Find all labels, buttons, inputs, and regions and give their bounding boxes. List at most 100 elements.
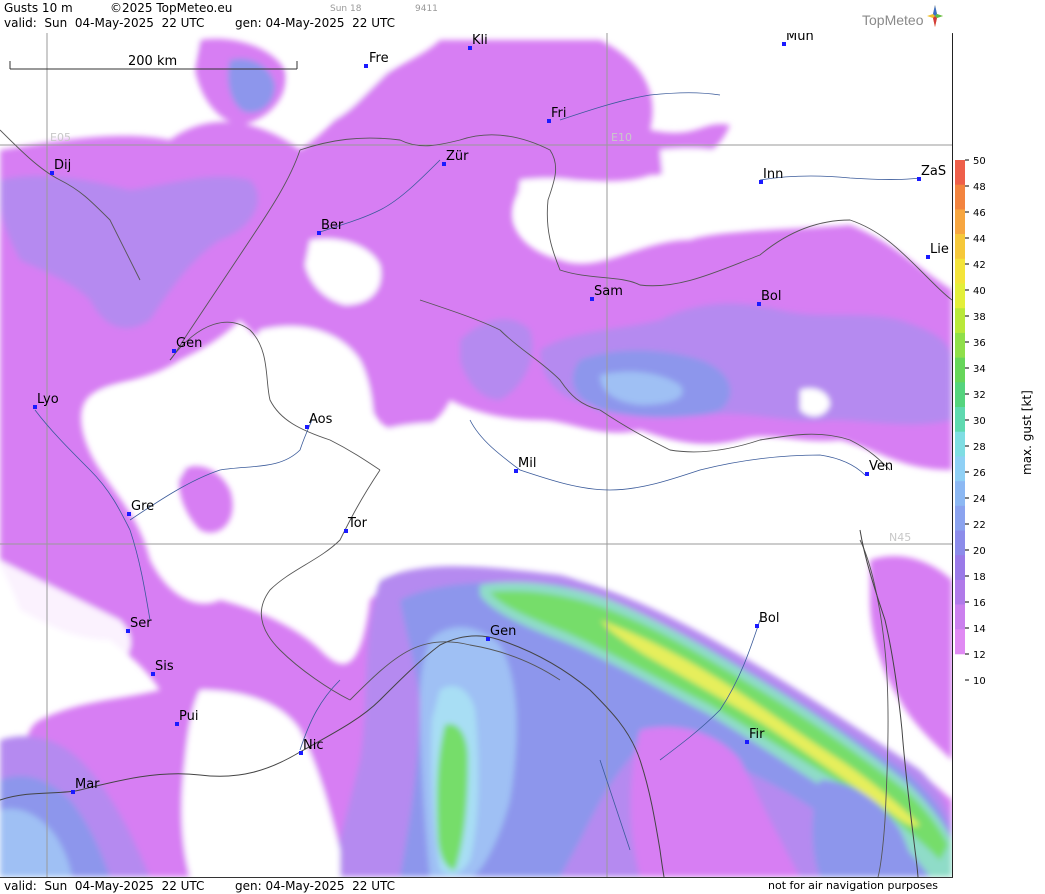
svg-text:Inn: Inn: [763, 167, 783, 182]
legend-swatch: [955, 629, 965, 655]
svg-text:Aos: Aos: [309, 412, 333, 427]
legend-tick-label: 10: [973, 676, 986, 685]
valid-time: valid: Sun 04-May-2025 22 UTC: [4, 16, 205, 30]
legend-tick-label: 22: [973, 520, 986, 531]
legend-tick-label: 18: [973, 572, 986, 583]
svg-text:Lie: Lie: [930, 242, 949, 257]
legend-swatch: [955, 481, 965, 507]
legend-swatch: [955, 505, 965, 531]
svg-text:Ven: Ven: [869, 459, 893, 474]
svg-text:Gre: Gre: [131, 499, 154, 514]
svg-text:Dij: Dij: [54, 158, 71, 173]
footer-gen: gen: 04-May-2025 22 UTC: [235, 879, 396, 893]
legend-swatch: [955, 160, 965, 185]
copyright: ©2025 TopMeteo.eu: [110, 1, 233, 15]
map-frame: Gusts 10 m ©2025 TopMeteo.eu Sun 18 9411…: [0, 0, 953, 894]
svg-text:Sis: Sis: [155, 659, 174, 674]
legend-tick-label: 14: [973, 624, 986, 635]
legend-tick-label: 34: [973, 364, 986, 375]
legend-swatch: [955, 283, 965, 309]
svg-text:Tor: Tor: [347, 516, 368, 531]
run-info: Sun 18: [330, 4, 362, 14]
svg-text:Mil: Mil: [518, 456, 536, 471]
city-dij[interactable]: Dij: [50, 158, 71, 175]
legend-swatch: [955, 357, 965, 383]
gen-time: gen: 04-May-2025 22 UTC: [235, 16, 396, 30]
city-gre[interactable]: Gre: [127, 499, 154, 516]
legend-swatch: [955, 382, 965, 408]
legend-swatch: [955, 234, 965, 260]
city-zur[interactable]: Zür: [442, 149, 469, 166]
legend-title: max. gust [kt]: [1020, 390, 1034, 475]
color-legend: 50 48 46 44 42 40 38 36 34 32 30 28 26 24 22 20 18 16 14 12…: [955, 156, 1034, 685]
legend-tick-label: 30: [973, 416, 986, 427]
legend-tick-label: 12: [973, 650, 986, 661]
city-ven[interactable]: Ven: [865, 459, 893, 476]
legend-tick-label: 50: [973, 156, 986, 167]
legend-swatch: [955, 579, 965, 605]
svg-text:Sam: Sam: [594, 284, 623, 299]
legend-tick-label: 48: [973, 182, 986, 193]
city-bol-south[interactable]: Bol: [755, 611, 779, 628]
product-title: Gusts 10 m: [4, 1, 73, 15]
legend-tick-label: 32: [973, 390, 986, 401]
svg-text:ZaS: ZaS: [921, 164, 946, 179]
svg-text:Fre: Fre: [369, 51, 389, 66]
legend-tick-label: 16: [973, 598, 986, 609]
legend-tick-label: 40: [973, 286, 986, 297]
legend-tick-label: 42: [973, 260, 986, 271]
svg-text:Pui: Pui: [179, 709, 198, 724]
city-ser[interactable]: Ser: [126, 616, 152, 633]
svg-text:Bol: Bol: [759, 611, 779, 626]
gust-map: Kli Mün Fre Fri Dij Zür Inn ZaS Ber Lie …: [0, 33, 952, 877]
city-pui[interactable]: Pui: [175, 709, 198, 726]
footer-bar: valid: Sun 04-May-2025 22 UTC gen: 04-Ma…: [0, 877, 953, 894]
city-zas[interactable]: ZaS: [917, 164, 946, 181]
city-mar[interactable]: Mar: [71, 777, 100, 794]
legend-swatch: [955, 431, 965, 457]
city-bol-north[interactable]: Bol: [757, 289, 781, 306]
legend-tick-label: 44: [973, 234, 986, 245]
city-lyo[interactable]: Lyo: [33, 392, 59, 409]
svg-text:Zür: Zür: [446, 149, 469, 164]
city-mil[interactable]: Mil: [514, 456, 536, 473]
svg-text:Mün: Mün: [786, 33, 814, 44]
legend-tick-label: 28: [973, 442, 986, 453]
legend-tick-label: 46: [973, 208, 986, 219]
city-lie[interactable]: Lie: [926, 242, 949, 259]
city-aos[interactable]: Aos: [305, 412, 333, 429]
city-tor[interactable]: Tor: [344, 516, 368, 533]
legend-swatch: [955, 407, 965, 432]
grid-label-e10: E10: [611, 131, 632, 144]
legend-swatch: [955, 209, 965, 235]
svg-text:Lyo: Lyo: [37, 392, 59, 407]
legend-ticks: 50 48 46 44 42 40 38 36 34 32 30 28 26 24 22 20 18 16 14 12…: [965, 156, 986, 685]
legend-swatch: [955, 308, 965, 334]
city-fir[interactable]: Fir: [745, 727, 765, 744]
legend-swatch: [955, 184, 965, 210]
legend-tick-label: 20: [973, 546, 986, 557]
logo-star-icon: [927, 5, 943, 27]
svg-text:Ser: Ser: [130, 616, 152, 631]
city-gen-genoa[interactable]: Gen: [486, 624, 516, 641]
run-code: 9411: [415, 4, 438, 14]
city-inn[interactable]: Inn: [759, 167, 783, 184]
disclaimer: not for air navigation purposes: [768, 879, 938, 892]
legend-swatch: [955, 604, 965, 630]
grid-label-n45: N45: [889, 531, 911, 544]
legend-color-bar: [955, 160, 965, 655]
city-nic[interactable]: Nic: [299, 738, 323, 755]
legend-swatch: [955, 456, 965, 482]
city-sis[interactable]: Sis: [151, 659, 174, 676]
legend-swatch: [955, 530, 965, 556]
topmeteo-logo: TopMeteo: [862, 12, 924, 28]
svg-text:Gen: Gen: [176, 336, 202, 351]
legend-tick-label: 26: [973, 468, 986, 479]
gust-field: [0, 38, 952, 877]
city-ber[interactable]: Ber: [317, 218, 344, 235]
footer-valid: valid: Sun 04-May-2025 22 UTC: [4, 879, 205, 893]
svg-text:Mar: Mar: [75, 777, 100, 792]
svg-text:Kli: Kli: [472, 33, 488, 48]
city-gen-geneva[interactable]: Gen: [172, 336, 202, 353]
city-sam[interactable]: Sam: [590, 284, 623, 301]
